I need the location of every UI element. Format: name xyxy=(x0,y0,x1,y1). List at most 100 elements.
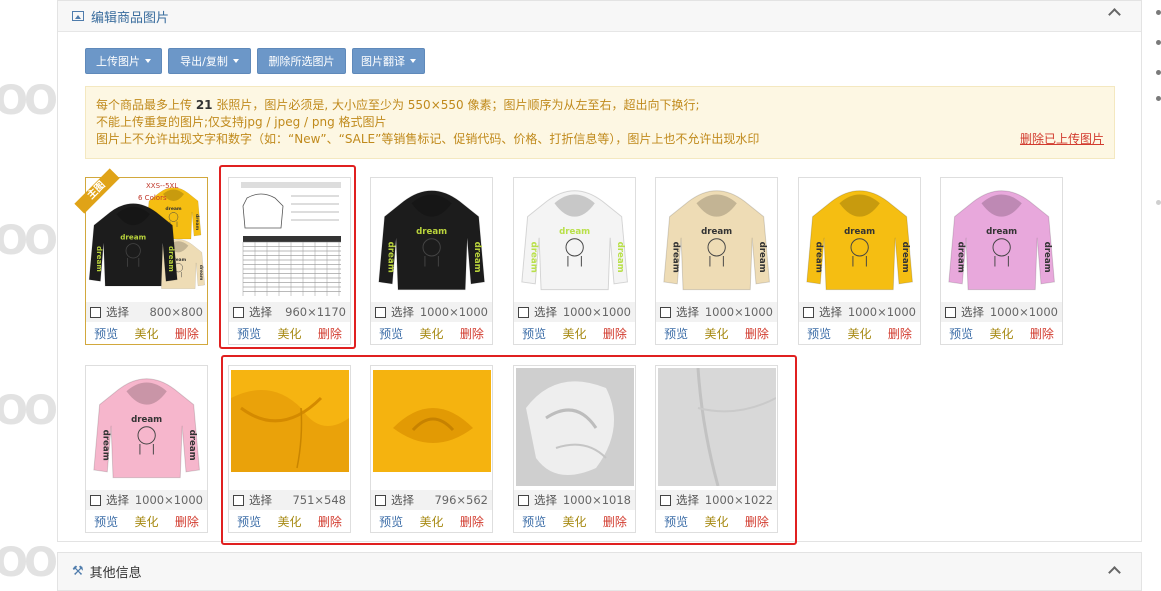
svg-text:dream: dream xyxy=(844,227,875,237)
svg-text:dream: dream xyxy=(900,242,910,273)
image-dimensions: 1000×1000 xyxy=(704,305,773,319)
svg-text:dream: dream xyxy=(701,227,732,237)
collage-image: dream dream dream dream dream dream drea… xyxy=(88,180,206,298)
svg-text:dream: dream xyxy=(194,214,200,231)
panel-header[interactable]: 编辑商品图片 xyxy=(58,1,1141,32)
delete-link[interactable]: 删除 xyxy=(888,325,912,345)
image-actions: 预览 美化 删除 xyxy=(941,325,1062,345)
watermark-glyph: OO xyxy=(0,540,58,586)
other-info-panel: ⚒ 其他信息 xyxy=(57,552,1142,591)
watermark-glyph: OO xyxy=(0,388,58,434)
image-card[interactable]: dream dream dream 选择 1000×1000 预览 美化 删除 xyxy=(940,177,1063,345)
svg-text:dream: dream xyxy=(670,242,680,273)
select-checkbox[interactable] xyxy=(660,306,671,318)
svg-text:dream: dream xyxy=(385,242,395,273)
select-checkbox[interactable] xyxy=(375,306,386,318)
image-thumbnail[interactable]: dream dream dream xyxy=(943,180,1061,298)
caret-down-icon xyxy=(410,59,416,63)
image-thumbnail[interactable]: dream dream dream xyxy=(516,180,634,298)
svg-text:dream: dream xyxy=(757,242,767,273)
image-dimensions: 1000×1000 xyxy=(134,493,203,507)
select-label[interactable]: 选择 xyxy=(819,304,842,320)
beautify-link[interactable]: 美化 xyxy=(419,325,443,345)
export-copy-button[interactable]: 导出/复制 xyxy=(168,48,251,74)
svg-text:dream: dream xyxy=(559,227,590,237)
image-card[interactable]: dream dream dream 选择 1000×1000 预览 美化 删除 xyxy=(85,365,208,533)
beautify-link[interactable]: 美化 xyxy=(134,325,158,345)
image-thumbnail[interactable]: dream dream dream xyxy=(801,180,919,298)
svg-text:dream: dream xyxy=(528,242,538,273)
select-label[interactable]: 选择 xyxy=(534,304,557,320)
select-label[interactable]: 选择 xyxy=(106,304,129,320)
image-card[interactable]: dream dream dream 选择 1000×1000 预览 美化 删除 xyxy=(370,177,493,345)
delete-link[interactable]: 删除 xyxy=(460,325,484,345)
hoodie-image: dream dream dream xyxy=(663,190,770,291)
preview-link[interactable]: 预览 xyxy=(379,325,403,345)
svg-text:dream: dream xyxy=(120,233,146,242)
delete-link[interactable]: 删除 xyxy=(745,325,769,345)
beautify-link[interactable]: 美化 xyxy=(704,325,728,345)
image-dimensions: 1000×1000 xyxy=(419,305,488,319)
select-label[interactable]: 选择 xyxy=(106,492,129,508)
image-meta: 选择 1000×1000 xyxy=(514,302,635,322)
image-actions: 预览 美化 删除 xyxy=(371,325,492,345)
preview-link[interactable]: 预览 xyxy=(94,513,118,533)
panel-header[interactable]: ⚒ 其他信息 xyxy=(58,553,1141,591)
delete-link[interactable]: 删除 xyxy=(175,513,199,533)
delete-link[interactable]: 删除 xyxy=(1030,325,1054,345)
preview-link[interactable]: 预览 xyxy=(522,325,546,345)
svg-text:dream: dream xyxy=(615,242,625,273)
delete-uploaded-link[interactable]: 删除已上传图片 xyxy=(1020,131,1104,148)
image-meta: 选择 1000×1000 xyxy=(656,302,777,322)
delete-link[interactable]: 删除 xyxy=(603,325,627,345)
translate-image-button[interactable]: 图片翻译 xyxy=(352,48,425,74)
image-card[interactable]: dream dream dream 选择 1000×1000 预览 美化 删除 xyxy=(655,177,778,345)
image-thumbnail[interactable]: dream dream dream xyxy=(658,180,776,298)
svg-text:dream: dream xyxy=(167,246,176,272)
select-label[interactable]: 选择 xyxy=(961,304,984,320)
select-checkbox[interactable] xyxy=(90,306,101,318)
image-card[interactable]: dream dream dream 选择 1000×1000 预览 美化 删除 xyxy=(798,177,921,345)
svg-text:dream: dream xyxy=(1042,242,1052,273)
image-thumbnail[interactable]: dream dream dream xyxy=(373,180,491,298)
select-label[interactable]: 选择 xyxy=(676,304,699,320)
delete-link[interactable]: 删除 xyxy=(175,325,199,345)
svg-text:dream: dream xyxy=(187,430,197,461)
image-meta: 选择 1000×1000 xyxy=(371,302,492,322)
preview-link[interactable]: 预览 xyxy=(664,325,688,345)
select-checkbox[interactable] xyxy=(90,494,101,506)
select-checkbox[interactable] xyxy=(803,306,814,318)
preview-link[interactable]: 预览 xyxy=(94,325,118,345)
image-dimensions: 1000×1000 xyxy=(562,305,631,319)
image-meta: 选择 1000×1000 xyxy=(86,490,207,510)
select-checkbox[interactable] xyxy=(945,306,956,318)
image-card[interactable]: dream dream dream dream dream dream drea… xyxy=(74,168,208,345)
tools-icon: ⚒ xyxy=(72,564,84,579)
image-dimensions: 1000×1000 xyxy=(989,305,1058,319)
beautify-link[interactable]: 美化 xyxy=(847,325,871,345)
hoodie-image: dream dream dream xyxy=(378,190,485,291)
caret-down-icon xyxy=(145,59,151,63)
preview-link[interactable]: 预览 xyxy=(949,325,973,345)
watermark-glyph: OO xyxy=(0,78,58,124)
highlight-box xyxy=(221,355,797,545)
image-thumbnail[interactable]: dream dream dream dream dream dream drea… xyxy=(88,180,206,298)
beautify-link[interactable]: 美化 xyxy=(989,325,1013,345)
svg-text:dream: dream xyxy=(131,415,162,425)
image-card[interactable]: dream dream dream 选择 1000×1000 预览 美化 删除 xyxy=(513,177,636,345)
select-checkbox[interactable] xyxy=(518,306,529,318)
panel-title: 其他信息 xyxy=(89,566,142,581)
panel-title: 编辑商品图片 xyxy=(91,10,170,26)
upload-image-button[interactable]: 上传图片 xyxy=(85,48,162,74)
highlight-box xyxy=(219,165,356,349)
delete-selected-button[interactable]: 删除所选图片 xyxy=(257,48,346,74)
beautify-link[interactable]: 美化 xyxy=(562,325,586,345)
caret-down-icon xyxy=(232,59,239,63)
svg-text:dream: dream xyxy=(986,227,1017,237)
beautify-link[interactable]: 美化 xyxy=(134,513,158,533)
image-dimensions: 800×800 xyxy=(149,305,203,319)
image-thumbnail[interactable]: dream dream dream xyxy=(88,368,206,486)
preview-link[interactable]: 预览 xyxy=(807,325,831,345)
svg-text:dream: dream xyxy=(416,227,447,237)
select-label[interactable]: 选择 xyxy=(391,304,414,320)
